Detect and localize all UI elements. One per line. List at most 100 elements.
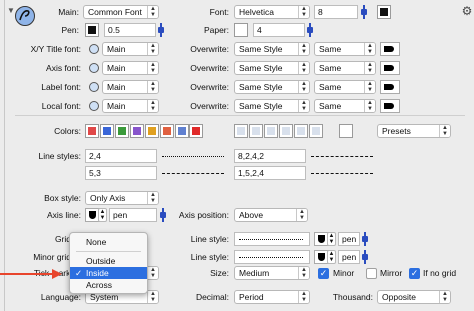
palette-color-swatch[interactable] xyxy=(160,124,174,138)
font-style-popup[interactable]: Same Style ▲ ▼ xyxy=(234,80,310,94)
line-style-a-field[interactable]: 2,4 xyxy=(85,149,157,163)
axis-position-popup[interactable]: Above ▲ ▼ xyxy=(234,208,308,222)
grid-line-style-field[interactable] xyxy=(234,232,310,246)
font-row-value: Main xyxy=(107,44,126,54)
gear-icon[interactable]: ⚙ xyxy=(460,4,474,18)
paper-slider[interactable] xyxy=(307,23,313,37)
minor-grid-pen-field[interactable]: pen xyxy=(338,250,360,264)
gray-color-swatch[interactable] xyxy=(249,124,263,138)
palette-color-swatch[interactable] xyxy=(145,124,159,138)
font-row-label: Axis font: xyxy=(46,63,81,73)
font-row-label: Local font: xyxy=(41,101,81,111)
palette-color-swatch[interactable] xyxy=(175,124,189,138)
menu-item-none[interactable]: None xyxy=(70,236,147,248)
palette-color-swatch[interactable] xyxy=(100,124,114,138)
minor-grid-line-style-field[interactable] xyxy=(234,250,310,264)
tick-size-popup[interactable]: Medium ▲ ▼ xyxy=(234,266,310,280)
line-style-a-value: 2,4 xyxy=(89,151,101,161)
gray-color-swatch[interactable] xyxy=(339,124,353,138)
pen-width-field[interactable]: 0.5 xyxy=(104,23,156,37)
font-row-popup[interactable]: Main ▲ ▼ xyxy=(102,61,159,75)
font-style-popup[interactable]: Same Style ▲ ▼ xyxy=(234,99,310,113)
font-row-popup[interactable]: Main ▲ ▼ xyxy=(102,99,159,113)
font-style-value: Same Style xyxy=(239,44,283,54)
box-style-label: Box style: xyxy=(44,193,81,203)
disclosure-triangle-icon[interactable]: ▼ xyxy=(7,6,15,15)
paper-field[interactable]: 4 xyxy=(253,23,305,37)
font-style-popup[interactable]: Same Style ▲ ▼ xyxy=(234,42,310,56)
font-row-popup[interactable]: Main ▲ ▼ xyxy=(102,80,159,94)
gray-color-swatch[interactable] xyxy=(294,124,308,138)
grid-line-preview xyxy=(239,239,303,240)
line-style-c-field[interactable]: 5,3 xyxy=(85,166,157,180)
font-color-swatch[interactable] xyxy=(377,5,391,19)
popup-arrows-icon: ▲ ▼ xyxy=(364,62,375,74)
font-icon xyxy=(89,101,99,111)
font-color-icon[interactable] xyxy=(380,61,400,75)
popup-arrows-icon: ▲ ▼ xyxy=(298,43,309,55)
axis-pen-field[interactable]: pen xyxy=(109,208,157,222)
selected-color-swatch[interactable] xyxy=(189,124,203,138)
font-size-popup[interactable]: Same ▲ ▼ xyxy=(314,99,376,113)
axis-pen-stepper[interactable]: ▲ ▼ xyxy=(98,208,107,222)
font-color-icon[interactable] xyxy=(380,80,400,94)
palette-color-swatch[interactable] xyxy=(115,124,129,138)
line-style-b-field[interactable]: 8,2,4,2 xyxy=(234,149,306,163)
font-color-icon[interactable] xyxy=(380,42,400,56)
font-size-popup[interactable]: Same ▲ ▼ xyxy=(314,42,376,56)
font-size-popup[interactable]: Same ▲ ▼ xyxy=(314,80,376,94)
gray-color-swatch[interactable] xyxy=(234,124,248,138)
main-font-popup[interactable]: Common Font ▲ ▼ xyxy=(83,5,159,19)
gray-color-swatch[interactable] xyxy=(264,124,278,138)
grid-pen-slider[interactable] xyxy=(362,232,368,246)
font-row-label: Label font: xyxy=(41,82,81,92)
popup-arrows-icon: ▲ ▼ xyxy=(147,192,158,204)
grid-pen-field[interactable]: pen xyxy=(338,232,360,246)
menu-item-across[interactable]: Across xyxy=(70,279,147,291)
box-style-value: Only Axis xyxy=(90,193,126,203)
line-styles-label: Line styles: xyxy=(38,151,81,161)
paper-color-swatch[interactable] xyxy=(234,23,248,37)
font-row-value: Main xyxy=(107,82,126,92)
main-label: Main: xyxy=(58,7,79,17)
decimal-popup[interactable]: Period ▲ ▼ xyxy=(234,290,310,304)
font-size-popup[interactable]: Same ▲ ▼ xyxy=(314,61,376,75)
menu-item-label: Inside xyxy=(86,268,109,278)
thousand-value: Opposite xyxy=(382,292,417,302)
gray-color-swatch[interactable] xyxy=(279,124,293,138)
minor-grid-pen-value: pen xyxy=(342,252,357,262)
menu-item-outside[interactable]: Outside xyxy=(70,255,147,267)
menu-item-label: None xyxy=(86,237,107,247)
axis-position-value: Above xyxy=(239,210,264,220)
grid-pen-stepper[interactable]: ▲ ▼ xyxy=(327,232,336,246)
font-style-popup[interactable]: Same Style ▲ ▼ xyxy=(234,61,310,75)
line-style-d-value: 1,5,2,4 xyxy=(238,168,264,178)
thousand-popup[interactable]: Opposite ▲ ▼ xyxy=(377,290,451,304)
font-color-icon[interactable] xyxy=(380,99,400,113)
pen-color-swatch[interactable] xyxy=(85,23,99,37)
font-row-value: Main xyxy=(107,63,126,73)
mirror-checkbox[interactable] xyxy=(366,268,377,279)
overwrite-label: Overwrite: xyxy=(190,82,229,92)
line-style-d-field[interactable]: 1,5,2,4 xyxy=(234,166,306,180)
minor-checkbox[interactable]: ✓ xyxy=(318,268,329,279)
decimal-label: Decimal: xyxy=(195,292,229,302)
overwrite-label: Overwrite: xyxy=(190,101,229,111)
font-size-field[interactable]: 8 xyxy=(314,5,358,19)
pen-width-slider[interactable] xyxy=(158,23,164,37)
minor-grid-pen-slider[interactable] xyxy=(362,250,368,264)
palette-color-swatch[interactable] xyxy=(130,124,144,138)
font-family-popup[interactable]: Helvetica ▲ ▼ xyxy=(234,5,310,19)
gray-color-swatch[interactable] xyxy=(309,124,323,138)
font-size-slider[interactable] xyxy=(361,5,367,19)
if-no-grid-checkbox[interactable]: ✓ xyxy=(409,268,420,279)
line-style-b-preview xyxy=(311,156,373,157)
minor-grid-pen-stepper[interactable]: ▲ ▼ xyxy=(327,250,336,264)
palette-color-swatch[interactable] xyxy=(85,124,99,138)
font-size-option-value: Same xyxy=(319,63,342,73)
font-row-popup[interactable]: Main ▲ ▼ xyxy=(102,42,159,56)
minor-grid-line-style-label: Line style: xyxy=(190,252,229,262)
box-style-popup[interactable]: Only Axis ▲ ▼ xyxy=(85,191,159,205)
menu-item-inside[interactable]: ✓ Inside xyxy=(70,267,147,279)
presets-popup[interactable]: Presets ▲ ▼ xyxy=(377,124,451,138)
